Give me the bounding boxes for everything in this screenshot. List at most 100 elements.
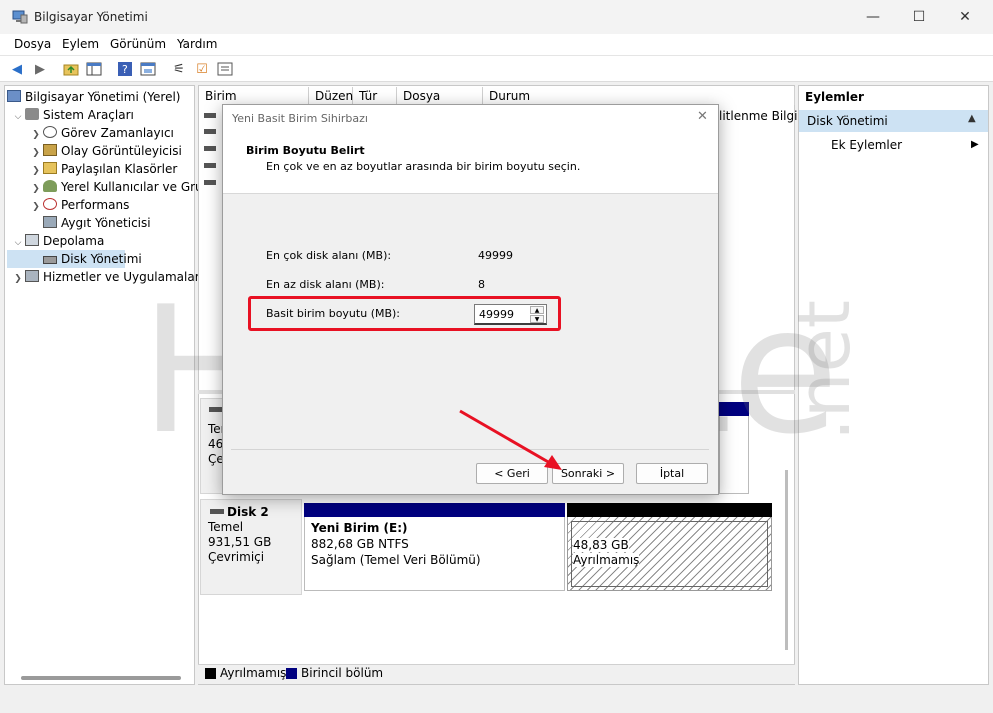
min-size-value: 8 xyxy=(478,278,485,291)
partition-name: Yeni Birim (E:) xyxy=(311,521,408,535)
cancel-button[interactable]: İptal xyxy=(636,463,708,484)
window-title: Bilgisayar Yönetimi xyxy=(34,10,148,24)
tree-item-system-tools[interactable]: ⌵ Sistem Araçları xyxy=(7,106,192,124)
partition-status: Sağlam (Temel Veri Bölümü) xyxy=(311,553,481,567)
unallocated-swatch xyxy=(205,668,216,679)
forward-arrow-icon[interactable]: ▶ xyxy=(31,60,49,78)
dialog-heading: Birim Boyutu Belirt xyxy=(246,144,365,157)
menu-action[interactable]: Eylem xyxy=(62,37,99,51)
chevron-right-icon[interactable]: ❯ xyxy=(11,270,25,288)
disk1-partition-bar xyxy=(719,402,749,416)
actions-header: Eylemler xyxy=(805,90,864,104)
max-size-value: 49999 xyxy=(478,249,513,262)
red-arrow-annotation xyxy=(459,409,562,470)
tree-item-task-scheduler[interactable]: ❯ Görev Zamanlayıcı xyxy=(7,124,192,142)
unallocated-size: 48,83 GB xyxy=(573,538,629,552)
properties-icon[interactable] xyxy=(139,60,157,78)
dialog-title: Yeni Basit Birim Sihirbazı xyxy=(232,112,368,125)
primary-swatch xyxy=(286,668,297,679)
disk2-size: 931,51 GB xyxy=(208,535,272,549)
close-button[interactable]: ✕ xyxy=(942,0,988,34)
disk2-status: Çevrimiçi xyxy=(208,550,265,564)
tree-item-root[interactable]: Bilgisayar Yönetimi (Yerel) xyxy=(7,88,192,106)
chevron-down-icon[interactable]: ⌵ xyxy=(11,108,25,126)
clock-icon xyxy=(43,126,57,138)
volume-size-value: 49999 xyxy=(479,308,514,321)
services-icon xyxy=(25,270,39,282)
tree-item-storage[interactable]: ⌵ Depolama xyxy=(7,232,192,250)
column-header-filesystem[interactable]: Dosya Sistemi xyxy=(397,87,483,121)
column-header-status[interactable]: Durum xyxy=(483,87,795,105)
column-header-type[interactable]: Tür xyxy=(353,87,397,105)
volume-row-icon xyxy=(204,180,216,185)
more-actions-link[interactable]: Ek Eylemler xyxy=(831,138,902,152)
title-bar xyxy=(0,0,993,34)
partition-size: 882,68 GB NTFS xyxy=(311,537,409,551)
disk2-name: Disk 2 xyxy=(227,505,269,519)
legend-primary: Birincil bölüm xyxy=(301,666,384,680)
legend-unallocated: Ayrılmamış xyxy=(220,666,287,680)
console-tree-icon[interactable] xyxy=(85,60,103,78)
list-view-icon[interactable] xyxy=(216,60,234,78)
dialog-close-button[interactable]: ✕ xyxy=(697,109,708,124)
minimize-button[interactable]: — xyxy=(850,0,896,34)
tree-item-shared-folders[interactable]: ❯ Paylaşılan Klasörler xyxy=(7,160,192,178)
chevron-down-icon[interactable]: ⌵ xyxy=(11,234,25,252)
collapse-up-icon[interactable]: ▲ xyxy=(968,113,976,124)
svg-text:?: ? xyxy=(122,63,128,76)
users-icon xyxy=(43,180,57,192)
actions-pane xyxy=(798,85,989,685)
scroll-arrow[interactable] xyxy=(784,340,792,360)
spin-up-button[interactable]: ▲ xyxy=(530,306,544,314)
up-folder-icon[interactable] xyxy=(62,60,80,78)
tree-item-device-manager[interactable]: Aygıt Yöneticisi xyxy=(7,214,192,232)
volume-row-icon xyxy=(204,163,216,168)
connect-icon[interactable]: ⚟ xyxy=(170,60,188,78)
max-size-label: En çok disk alanı (MB): xyxy=(266,249,392,262)
disk1-partition-body[interactable] xyxy=(719,416,749,494)
dialog-subheading: En çok ve en az boyutlar arasında bir bi… xyxy=(266,160,581,173)
console-tree: Bilgisayar Yönetimi (Yerel) ⌵ Sistem Araç… xyxy=(4,85,203,685)
actions-section-label: Disk Yönetimi xyxy=(807,114,888,128)
unallocated-status: Ayrılmamış xyxy=(573,553,640,567)
disk-icon xyxy=(210,509,224,514)
column-header-volume[interactable]: Birim xyxy=(199,87,309,105)
column-header-layout[interactable]: Düzen xyxy=(309,87,353,105)
maximize-button[interactable]: ☐ xyxy=(896,0,942,34)
back-arrow-icon[interactable]: ◀ xyxy=(8,60,26,78)
computer-management-icon xyxy=(12,10,28,24)
horizontal-scrollbar[interactable] xyxy=(21,676,181,680)
menu-help[interactable]: Yardım xyxy=(177,37,217,51)
tools-icon xyxy=(25,108,39,120)
volume-row-icon xyxy=(204,146,216,151)
volume-size-label: Basit birim boyutu (MB): xyxy=(266,307,401,320)
performance-icon xyxy=(43,198,57,210)
tree-item-event-viewer[interactable]: ❯ Olay Görüntüleyicisi xyxy=(7,142,192,160)
menu-view[interactable]: Görünüm xyxy=(110,37,166,51)
tree-item-local-users[interactable]: ❯ Yerel Kullanıcılar ve Gru xyxy=(7,178,203,196)
tree-item-services[interactable]: ❯ Hizmetler ve Uygulamalar xyxy=(7,268,200,288)
unallocated-bar xyxy=(567,503,772,517)
tree-item-disk-management[interactable]: Disk Yönetimi xyxy=(7,250,142,268)
disk-icon xyxy=(43,256,57,264)
device-manager-icon xyxy=(43,216,57,228)
column-overflow-text: litlenme Bilgis xyxy=(719,109,804,123)
disk-icon xyxy=(209,407,223,412)
primary-partition-bar xyxy=(304,503,565,517)
disk2-type: Temel xyxy=(208,520,244,534)
submenu-arrow-icon: ▶ xyxy=(971,139,979,150)
storage-icon xyxy=(25,234,39,246)
checklist-icon[interactable]: ☑ xyxy=(193,60,211,78)
event-viewer-icon xyxy=(43,144,57,156)
menu-file[interactable]: Dosya xyxy=(14,37,51,51)
tree-item-performance[interactable]: ❯ Performans xyxy=(7,196,192,214)
volume-row-icon xyxy=(204,129,216,134)
spin-down-button[interactable]: ▼ xyxy=(530,315,544,323)
volume-row-icon xyxy=(204,113,216,118)
shared-folder-icon xyxy=(43,162,57,174)
computer-management-icon xyxy=(7,90,21,102)
vertical-scrollbar[interactable] xyxy=(785,470,788,650)
help-icon[interactable]: ? xyxy=(116,60,134,78)
min-size-label: En az disk alanı (MB): xyxy=(266,278,385,291)
status-bar xyxy=(0,688,993,713)
